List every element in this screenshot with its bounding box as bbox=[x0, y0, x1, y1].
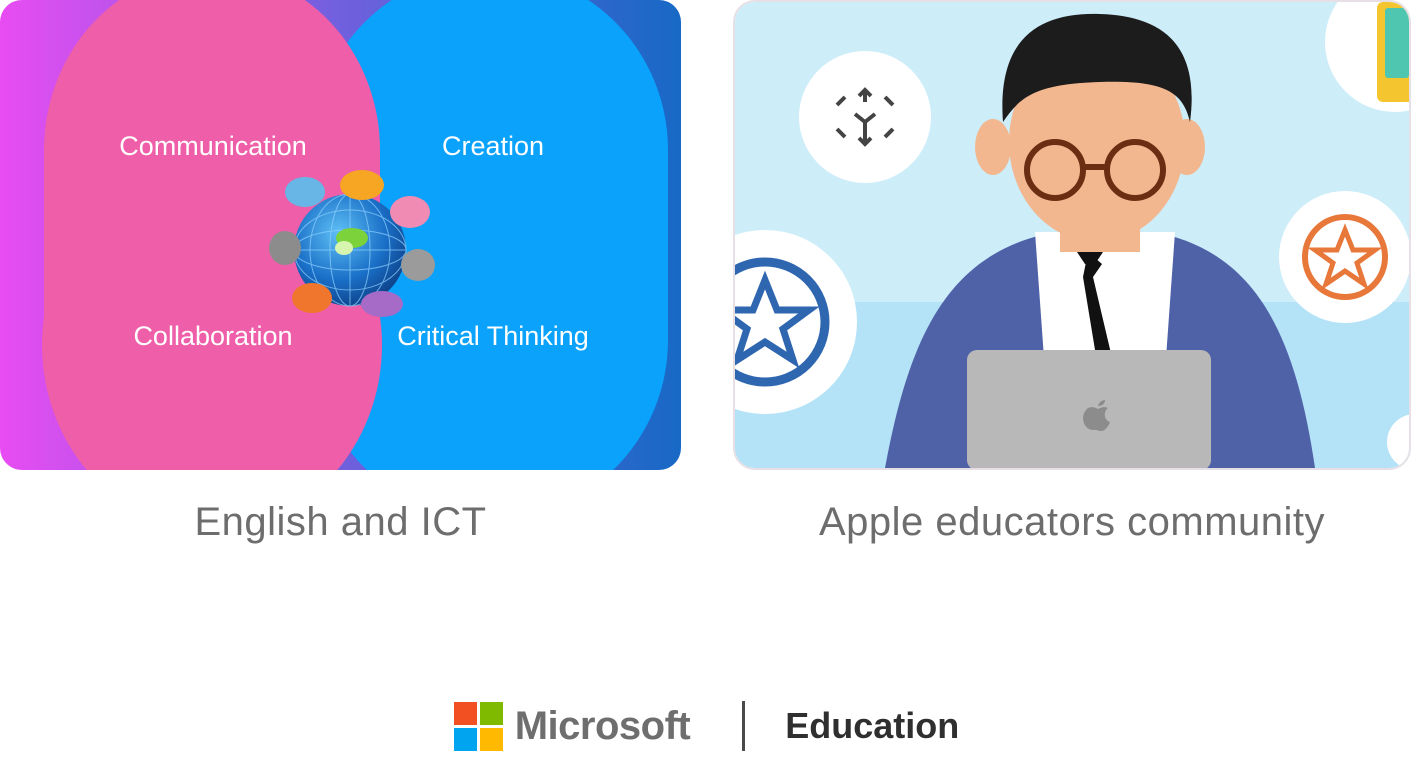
english-ict-card[interactable]: Communication Creation Collaboration Cri… bbox=[0, 0, 681, 470]
brand-name: Microsoft bbox=[514, 703, 691, 748]
apple-educators-caption[interactable]: Apple educators community bbox=[733, 500, 1411, 545]
ar-cube-badge-icon bbox=[799, 51, 931, 183]
label-collaboration: Collaboration bbox=[133, 321, 292, 351]
label-critical-thinking: Critical Thinking bbox=[397, 321, 589, 351]
product-name: Education bbox=[785, 705, 960, 746]
orange-star-badge-icon bbox=[1279, 191, 1409, 323]
label-communication: Communication bbox=[119, 131, 307, 161]
teacher-with-laptop-illustration bbox=[735, 2, 1409, 468]
venn-diagram-image: Communication Creation Collaboration Cri… bbox=[0, 0, 681, 470]
label-creation: Creation bbox=[442, 131, 544, 161]
english-ict-caption[interactable]: English and ICT bbox=[0, 500, 681, 545]
microsoft-education-brand: Microsoft Education bbox=[0, 696, 1413, 756]
brand-divider bbox=[742, 701, 746, 751]
apple-educators-card[interactable] bbox=[733, 0, 1411, 470]
microsoft-logo-icon bbox=[453, 701, 503, 751]
page: Communication Creation Collaboration Cri… bbox=[0, 0, 1413, 783]
